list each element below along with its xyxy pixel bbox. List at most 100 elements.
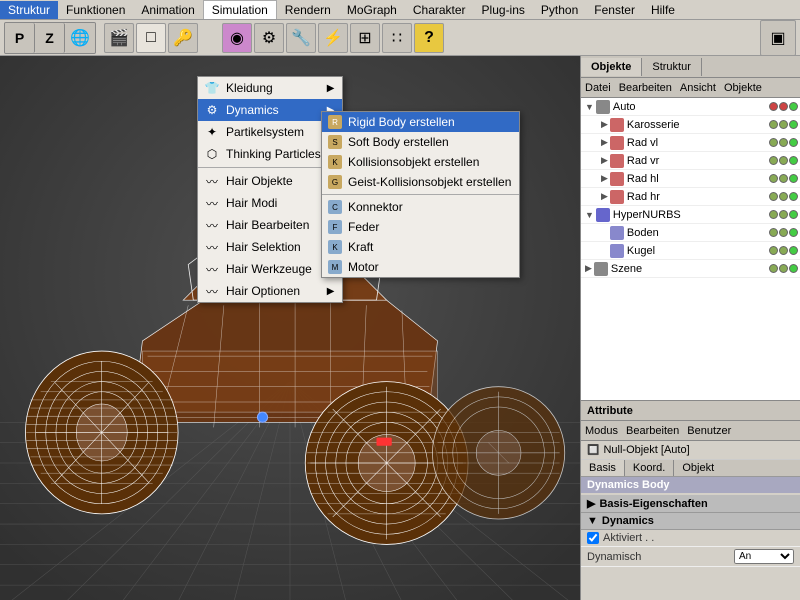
aktiviert-label: Aktiviert . . (603, 532, 794, 544)
dynamics-sep (322, 194, 519, 195)
geist-icon: G (328, 175, 342, 189)
menu-struktur[interactable]: Struktur (0, 1, 58, 19)
object-tree: ▼ Auto ▶ Karosserie (581, 98, 800, 400)
menu-funktionen[interactable]: Funktionen (58, 1, 133, 19)
menu-konnektor[interactable]: C Konnektor (322, 197, 519, 217)
kleidung-icon: 👕 (204, 80, 220, 96)
toolbar-btn-sim6[interactable]: ∷ (382, 23, 412, 53)
toolbar-btn-key[interactable]: 🔑 (168, 23, 198, 53)
dynamisch-label: Dynamisch (587, 551, 730, 563)
tree-rad-hr[interactable]: ▶ Rad hr (581, 188, 800, 206)
attr-row-aktiviert: Aktiviert . . (581, 530, 800, 547)
attr-modus[interactable]: Modus (585, 425, 618, 437)
menu-fenster[interactable]: Fenster (586, 1, 643, 19)
attr-dynamics-header[interactable]: ▼ Dynamics (581, 513, 800, 530)
menu-python[interactable]: Python (533, 1, 586, 19)
dynamisch-select[interactable]: An Aus (734, 549, 794, 564)
dynamics-arrow-icon: ▼ (587, 515, 598, 527)
null-object-icon: 🔲 (587, 445, 599, 456)
attr-tab-basis[interactable]: Basis (581, 460, 625, 476)
menu-motor[interactable]: M Motor (322, 257, 519, 277)
menu-rendern[interactable]: Rendern (277, 1, 339, 19)
right-panel: Objekte Struktur Datei Bearbeiten Ansich… (580, 56, 800, 600)
soft-body-icon: S (328, 135, 342, 149)
dynamics-dropdown: R Rigid Body erstellen S Soft Body erste… (321, 111, 520, 278)
menu-feder[interactable]: F Feder (322, 217, 519, 237)
motor-icon: M (328, 260, 342, 274)
menu-kleidung[interactable]: 👕 Kleidung ▶ (198, 77, 342, 99)
menu-hair-optionen[interactable]: 〰 Hair Optionen ▶ (198, 280, 342, 302)
toolbar-btn-sim5[interactable]: ⊞ (350, 23, 380, 53)
hair-selektion-icon: 〰 (204, 239, 220, 255)
toolbar-btn-sim2[interactable]: ⚙ (254, 23, 284, 53)
rad-hr-icon (610, 190, 624, 204)
obj-toolbar-bearbeiten[interactable]: Bearbeiten (619, 82, 672, 94)
basis-arrow-icon: ▶ (587, 497, 595, 510)
tree-rad-vr[interactable]: ▶ Rad vr (581, 152, 800, 170)
hair-bearbeiten-icon: 〰 (204, 217, 220, 233)
tree-hypernurbs[interactable]: ▼ HyperNURBS (581, 206, 800, 224)
attr-tab-objekt[interactable]: Objekt (674, 460, 722, 476)
toolbar-btn-sim4[interactable]: ⚡ (318, 23, 348, 53)
menu-plugins[interactable]: Plug-ins (474, 1, 533, 19)
karosserie-icon (610, 118, 624, 132)
hair-modi-icon: 〰 (204, 195, 220, 211)
toolbar-btn-film[interactable]: 🎬 (104, 23, 134, 53)
toolbar-btn-p[interactable]: P (5, 23, 35, 53)
tree-karosserie[interactable]: ▶ Karosserie (581, 116, 800, 134)
attr-content: ▶ Basis-Eigenschaften ▼ Dynamics Aktivie… (581, 493, 800, 600)
auto-icon (596, 100, 610, 114)
tree-szene[interactable]: ▶ Szene (581, 260, 800, 278)
rad-hr-dots (769, 192, 800, 201)
object-manager-toolbar: Datei Bearbeiten Ansicht Objekte (581, 78, 800, 98)
tab-objekte[interactable]: Objekte (581, 58, 642, 76)
attr-tabs: Basis Koord. Objekt (581, 460, 800, 477)
toolbar-btn-z[interactable]: Z (35, 23, 65, 53)
obj-toolbar-ansicht[interactable]: Ansicht (680, 82, 716, 94)
toolbar-btn-help[interactable]: ? (414, 23, 444, 53)
kollision-icon: K (328, 155, 342, 169)
dynamics-icon: ⚙ (204, 102, 220, 118)
menu-soft-body[interactable]: S Soft Body erstellen (322, 132, 519, 152)
menu-simulation[interactable]: Simulation (203, 0, 277, 19)
attr-tab-koord[interactable]: Koord. (625, 460, 674, 476)
attr-bearbeiten[interactable]: Bearbeiten (626, 425, 679, 437)
tree-boden[interactable]: ▶ Boden (581, 224, 800, 242)
toolbar-btn-sim3[interactable]: 🔧 (286, 23, 316, 53)
kraft-icon: K (328, 240, 342, 254)
toolbar-btn-sim1[interactable]: ◉ (222, 23, 252, 53)
toolbar: P Z 🌐 🎬 □ 🔑 ◉ ⚙ 🔧 ⚡ ⊞ ∷ ? ▣ (0, 20, 800, 56)
tree-rad-vl[interactable]: ▶ Rad vl (581, 134, 800, 152)
toolbar-btn-right1[interactable]: ▣ (760, 20, 796, 56)
partikelsystem-icon: ✦ (204, 124, 220, 140)
thinking-particles-icon: ⬡ (204, 146, 220, 162)
rad-vr-dots (769, 156, 800, 165)
toolbar-view-group: P Z 🌐 (4, 22, 96, 54)
menu-hilfe[interactable]: Hilfe (643, 1, 683, 19)
menu-kraft[interactable]: K Kraft (322, 237, 519, 257)
toolbar-btn-square[interactable]: □ (136, 23, 166, 53)
menu-charakter[interactable]: Charakter (405, 1, 474, 19)
menu-rigid-body[interactable]: R Rigid Body erstellen (322, 112, 519, 132)
hair-optionen-icon: 〰 (204, 283, 220, 299)
viewport[interactable]: Ansicht (0, 56, 580, 600)
toolbar-btn-globe[interactable]: 🌐 (65, 23, 95, 53)
konnektor-icon: C (328, 200, 342, 214)
obj-toolbar-objekte[interactable]: Objekte (724, 82, 762, 94)
menu-kollisionsobjekt[interactable]: K Kollisionsobjekt erstellen (322, 152, 519, 172)
menu-mograph[interactable]: MoGraph (339, 1, 405, 19)
rigid-body-icon: R (328, 115, 342, 129)
rad-vl-dots (769, 138, 800, 147)
tab-struktur[interactable]: Struktur (642, 58, 702, 76)
hair-objekte-icon: 〰 (204, 173, 220, 189)
menu-geist-kollision[interactable]: G Geist-Kollisionsobjekt erstellen (322, 172, 519, 192)
attr-basis-header[interactable]: ▶ Basis-Eigenschaften (581, 495, 800, 513)
obj-toolbar-datei[interactable]: Datei (585, 82, 611, 94)
menu-animation[interactable]: Animation (133, 1, 202, 19)
tree-kugel[interactable]: ▶ Kugel (581, 242, 800, 260)
aktiviert-checkbox[interactable] (587, 532, 599, 544)
attr-benutzer[interactable]: Benutzer (687, 425, 731, 437)
tree-auto[interactable]: ▼ Auto (581, 98, 800, 116)
tree-rad-hl[interactable]: ▶ Rad hl (581, 170, 800, 188)
szene-icon (594, 262, 608, 276)
